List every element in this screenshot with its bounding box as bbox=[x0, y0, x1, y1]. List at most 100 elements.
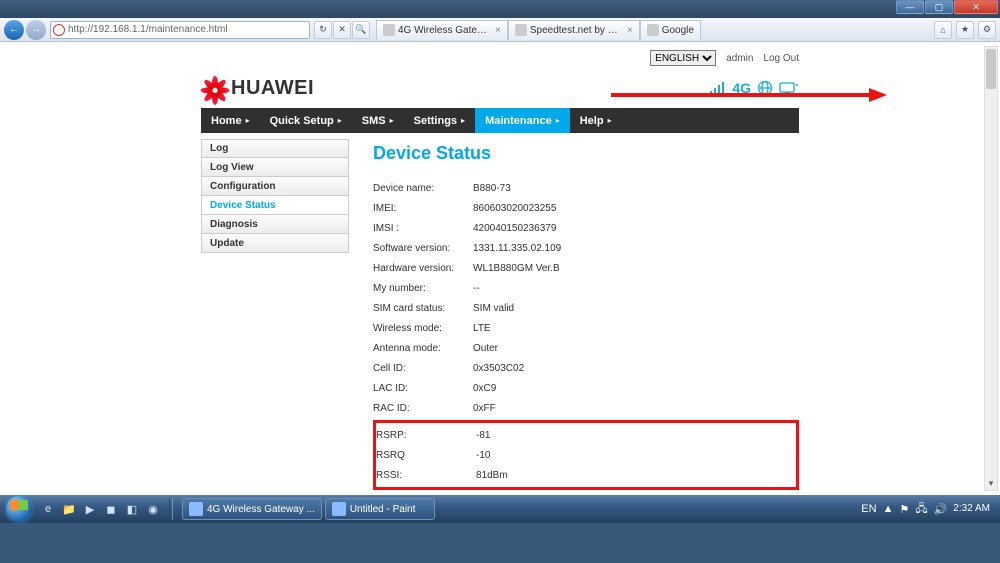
sidebar-item-log[interactable]: Log bbox=[201, 139, 349, 158]
network-mode-label: 4G bbox=[732, 80, 751, 96]
taskbar-task-0[interactable]: 4G Wireless Gateway ... bbox=[182, 498, 322, 520]
browser-tab-1[interactable]: Speedtest.net by Ookla - The G...× bbox=[508, 20, 640, 40]
search-button[interactable]: 🔍 bbox=[352, 21, 370, 39]
nav-item-maintenance[interactable]: Maintenance bbox=[475, 108, 570, 133]
status-key: RSRP: bbox=[376, 430, 476, 441]
status-row: IMSI :420040150236379 bbox=[373, 218, 799, 238]
status-key: Device name: bbox=[373, 183, 473, 194]
pinned-app2-icon[interactable]: ◧ bbox=[122, 498, 142, 520]
main-nav: HomeQuick SetupSMSSettingsMaintenanceHel… bbox=[201, 108, 799, 133]
nav-item-quick-setup[interactable]: Quick Setup bbox=[260, 108, 352, 133]
tab-title: Google bbox=[662, 25, 694, 36]
pinned-explorer-icon[interactable]: 📁 bbox=[59, 498, 79, 520]
page-viewport: ▲ ▼ ENGLISH admin Log Out bbox=[0, 42, 1000, 495]
browser-tab-2[interactable]: Google bbox=[640, 20, 701, 40]
window-minimize-button[interactable]: — bbox=[896, 0, 924, 14]
home-button[interactable]: ⌂ bbox=[934, 21, 952, 39]
pinned-app3-icon[interactable]: ◉ bbox=[143, 498, 163, 520]
nav-item-sms[interactable]: SMS bbox=[352, 108, 404, 133]
nav-item-settings[interactable]: Settings bbox=[404, 108, 475, 133]
status-value: LTE bbox=[473, 323, 613, 334]
site-favicon-icon bbox=[53, 24, 65, 36]
address-bar[interactable]: http://192.168.1.1/maintenance.html bbox=[50, 21, 310, 39]
language-select[interactable]: ENGLISH bbox=[650, 50, 716, 66]
status-row: Device name:B880-73 bbox=[373, 178, 799, 198]
tray-network-icon[interactable]: 🖧 bbox=[915, 500, 927, 519]
nav-item-home[interactable]: Home bbox=[201, 108, 260, 133]
address-text: http://192.168.1.1/maintenance.html bbox=[68, 24, 228, 35]
task-icon bbox=[189, 502, 203, 516]
task-icon bbox=[332, 502, 346, 516]
status-list-highlight: RSRP:-81RSRQ-10RSSI:81dBm bbox=[373, 420, 799, 490]
window-close-button[interactable]: ✕ bbox=[954, 0, 998, 14]
tray-action-center-icon[interactable]: ⚑ bbox=[899, 503, 909, 516]
pinned-ie-icon[interactable]: e bbox=[38, 498, 58, 520]
pinned-wmp-icon[interactable]: ▶ bbox=[80, 498, 100, 520]
tab-favicon-icon bbox=[383, 24, 395, 36]
tools-button[interactable]: ⚙ bbox=[978, 21, 996, 39]
brand-text: HUAWEI bbox=[231, 77, 314, 100]
globe-icon bbox=[757, 80, 773, 96]
status-row: LAC ID:0xC9 bbox=[373, 378, 799, 398]
status-row: SIM card status:SIM valid bbox=[373, 298, 799, 318]
status-value: -- bbox=[473, 283, 613, 294]
status-value: 0xC9 bbox=[473, 383, 613, 394]
tray-volume-icon[interactable]: 🔊 bbox=[934, 503, 948, 516]
status-value: 81dBm bbox=[476, 470, 616, 481]
status-value: 0xFF bbox=[473, 403, 613, 414]
admin-user-label: admin bbox=[726, 53, 753, 64]
scroll-thumb[interactable] bbox=[986, 49, 996, 89]
scrollbar[interactable]: ▲ ▼ bbox=[984, 46, 998, 491]
stop-button[interactable]: ✕ bbox=[333, 21, 351, 39]
window-maximize-button[interactable]: ▢ bbox=[925, 0, 953, 14]
browser-tab-0[interactable]: 4G Wireless Gateway × bbox=[376, 20, 508, 40]
signal-icon bbox=[710, 81, 726, 95]
status-row: Wireless mode:LTE bbox=[373, 318, 799, 338]
start-button[interactable] bbox=[2, 495, 36, 523]
system-tray: EN ▲ ⚑ 🖧 🔊 2:32 AM bbox=[861, 500, 998, 519]
status-key: IMSI : bbox=[373, 223, 473, 234]
sidebar-item-log-view[interactable]: Log View bbox=[201, 158, 349, 177]
status-key: LAC ID: bbox=[373, 383, 473, 394]
tab-close-icon[interactable]: × bbox=[495, 25, 501, 36]
scroll-down-icon[interactable]: ▼ bbox=[985, 476, 997, 490]
status-row: Hardware version:WL1B880GM Ver.B bbox=[373, 258, 799, 278]
forward-button[interactable]: → bbox=[26, 20, 46, 40]
status-key: Wireless mode: bbox=[373, 323, 473, 334]
sidebar-item-update[interactable]: Update bbox=[201, 234, 349, 253]
task-label: 4G Wireless Gateway ... bbox=[207, 504, 315, 515]
browser-toolbar: ← → http://192.168.1.1/maintenance.html … bbox=[0, 18, 1000, 42]
tray-lang[interactable]: EN bbox=[861, 503, 876, 515]
tab-title: 4G Wireless Gateway bbox=[398, 25, 488, 36]
status-value: 1331.11.335.02.109 bbox=[473, 243, 613, 254]
tab-close-icon[interactable]: × bbox=[627, 25, 633, 36]
device-icon bbox=[779, 81, 799, 95]
status-row: IMEI:860603020023255 bbox=[373, 198, 799, 218]
status-value: WL1B880GM Ver.B bbox=[473, 263, 613, 274]
status-value: Outer bbox=[473, 343, 613, 354]
status-key: Antenna mode: bbox=[373, 343, 473, 354]
sidebar-item-diagnosis[interactable]: Diagnosis bbox=[201, 215, 349, 234]
logout-link[interactable]: Log Out bbox=[763, 53, 799, 64]
status-value: 0x3503C02 bbox=[473, 363, 613, 374]
back-button[interactable]: ← bbox=[4, 20, 24, 40]
status-list: Device name:B880-73IMEI:860603020023255I… bbox=[373, 178, 799, 418]
pinned-app1-icon[interactable]: ◼ bbox=[101, 498, 121, 520]
status-row: Software version:1331.11.335.02.109 bbox=[373, 238, 799, 258]
tab-favicon-icon bbox=[515, 24, 527, 36]
top-utility-bar: ENGLISH admin Log Out bbox=[201, 42, 799, 68]
sidebar-item-device-status[interactable]: Device Status bbox=[201, 196, 349, 215]
favorites-button[interactable]: ★ bbox=[956, 21, 974, 39]
refresh-button[interactable]: ↻ bbox=[314, 21, 332, 39]
nav-item-help[interactable]: Help bbox=[570, 108, 622, 133]
status-value: -10 bbox=[476, 450, 616, 461]
browser-tabs: 4G Wireless Gateway×Speedtest.net by Ook… bbox=[376, 20, 701, 40]
sidebar-item-configuration[interactable]: Configuration bbox=[201, 177, 349, 196]
status-key: RSSI: bbox=[376, 470, 476, 481]
huawei-logo: HUAWEI bbox=[201, 74, 314, 102]
status-value: SIM valid bbox=[473, 303, 613, 314]
taskbar-task-1[interactable]: Untitled - Paint bbox=[325, 498, 435, 520]
tray-clock[interactable]: 2:32 AM bbox=[953, 504, 990, 515]
tray-up-icon[interactable]: ▲ bbox=[883, 503, 894, 515]
taskbar: e 📁 ▶ ◼ ◧ ◉ 4G Wireless Gateway ... Untit… bbox=[0, 495, 1000, 523]
